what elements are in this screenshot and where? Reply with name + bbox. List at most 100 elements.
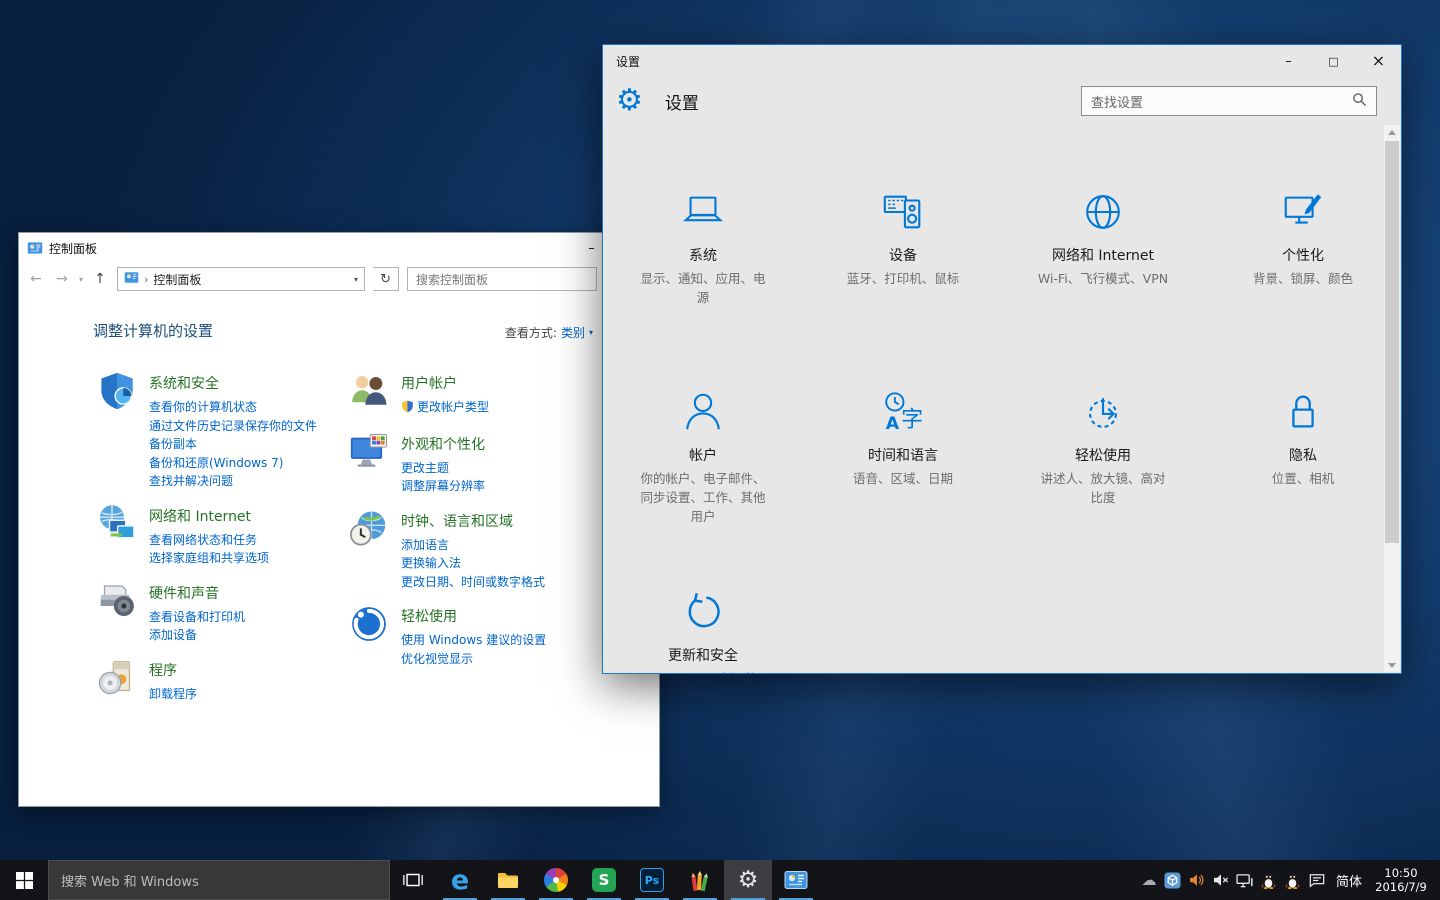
- cp-link[interactable]: 添加语言: [401, 536, 577, 555]
- svg-text:字: 字: [901, 407, 923, 432]
- forward-icon[interactable]: →: [53, 271, 71, 287]
- start-button[interactable]: [0, 860, 48, 900]
- cp-category-title[interactable]: 用户帐户: [401, 373, 577, 393]
- qq-icon[interactable]: [1281, 872, 1305, 889]
- art-app-icon: [688, 868, 712, 892]
- cp-category-title[interactable]: 硬件和声音: [149, 583, 325, 603]
- control-panel-content: 调整计算机的设置 查看方式: 类别 ▾ 系统和安全查看你的计算机状态通过文件历史…: [19, 295, 659, 716]
- control-panel-navbar: ← → ▾ ↑ › 控制面板 ▾ ↻ 搜索控制面板: [19, 263, 659, 295]
- app-box-icon[interactable]: [1161, 872, 1185, 889]
- ime-indicator[interactable]: 简体: [1329, 871, 1369, 890]
- cp-link[interactable]: 添加设备: [149, 626, 325, 645]
- chevron-down-icon[interactable]: ▾: [354, 275, 358, 284]
- cp-category-appearance: 外观和个性化更改主题调整屏幕分辨率: [345, 432, 595, 496]
- cp-link[interactable]: 使用 Windows 建议的设置: [401, 631, 577, 650]
- action-center-icon[interactable]: [1305, 872, 1329, 889]
- cp-category-title[interactable]: 程序: [149, 660, 325, 680]
- cp-link[interactable]: 更改日期、时间或数字格式: [401, 573, 577, 592]
- volume-mute-icon[interactable]: [1209, 872, 1233, 889]
- cp-link[interactable]: 查看你的计算机状态: [149, 398, 325, 417]
- taskbar-app-settings[interactable]: ⚙: [724, 860, 772, 900]
- taskbar-app-edge[interactable]: e: [436, 860, 484, 900]
- programs-category-icon[interactable]: [97, 658, 137, 698]
- cp-link[interactable]: 通过文件历史记录保存你的文件备份副本: [149, 417, 325, 454]
- scroll-up-icon[interactable]: [1384, 125, 1400, 139]
- up-icon[interactable]: ↑: [91, 271, 109, 287]
- hardware-category-icon[interactable]: [97, 581, 137, 621]
- maximize-button[interactable]: □: [1311, 45, 1356, 77]
- cp-link[interactable]: 优化视觉显示: [401, 650, 577, 669]
- cloud-icon[interactable]: ☁: [1137, 872, 1161, 889]
- speaker-icon[interactable]: [1185, 872, 1209, 889]
- scroll-down-icon[interactable]: [1384, 658, 1400, 672]
- chevron-down-icon[interactable]: ▾: [589, 328, 593, 337]
- qq-icon[interactable]: [1257, 872, 1281, 889]
- cp-link[interactable]: 备份和还原(Windows 7): [149, 454, 325, 473]
- tile-title: 系统: [689, 245, 717, 265]
- taskbar-app-ps[interactable]: Ps: [628, 860, 676, 900]
- cp-category-title[interactable]: 系统和安全: [149, 373, 325, 393]
- cp-link[interactable]: 选择家庭组和共享选项: [149, 549, 325, 568]
- settings-tile-privacy[interactable]: 隐私位置、相机: [1203, 373, 1402, 573]
- cp-category-title[interactable]: 轻松使用: [401, 606, 577, 626]
- control-panel-icon: [784, 868, 808, 892]
- cp-link[interactable]: 卸载程序: [149, 685, 325, 704]
- minimize-button[interactable]: –: [1266, 45, 1311, 77]
- control-panel-icon: [27, 240, 43, 256]
- cp-category-title[interactable]: 外观和个性化: [401, 434, 577, 454]
- settings-tile-personalization[interactable]: 个性化背景、锁屏、颜色: [1203, 173, 1402, 373]
- refresh-button[interactable]: ↻: [373, 267, 399, 291]
- ease-category-icon[interactable]: [349, 604, 389, 644]
- address-bar[interactable]: › 控制面板 ▾: [117, 267, 365, 291]
- close-button[interactable]: ×: [1356, 45, 1401, 77]
- cp-link[interactable]: 更换输入法: [401, 554, 577, 573]
- taskbar-app-media[interactable]: [532, 860, 580, 900]
- settings-tile-accounts[interactable]: 帐户你的帐户、电子邮件、同步设置、工作、其他用户: [603, 373, 803, 573]
- settings-tile-ease[interactable]: 轻松使用讲述人、放大镜、高对比度: [1003, 373, 1203, 573]
- settings-tile-system[interactable]: 系统显示、通知、应用、电源: [603, 173, 803, 373]
- search-placeholder: 搜索 Web 和 Windows: [61, 871, 199, 890]
- settings-tile-time[interactable]: A字时间和语言语音、区域、日期: [803, 373, 1003, 573]
- settings-search-input[interactable]: 查找设置: [1081, 86, 1377, 116]
- devices-icon: [880, 189, 926, 235]
- search-icon[interactable]: [1352, 92, 1367, 111]
- settings-titlebar[interactable]: 设置 – □ ×: [603, 45, 1401, 77]
- cp-link[interactable]: 更改帐户类型: [401, 398, 577, 419]
- back-icon[interactable]: ←: [27, 271, 45, 287]
- cp-link[interactable]: 更改主题: [401, 459, 577, 478]
- users-category-icon[interactable]: [349, 371, 389, 411]
- settings-tile-update[interactable]: 更新和安全Windows 更新、恢复、备份: [603, 573, 803, 674]
- settings-tile-devices[interactable]: 设备蓝牙、打印机、鼠标: [803, 173, 1003, 373]
- clock-category-icon[interactable]: [349, 509, 389, 549]
- recent-pages-icon[interactable]: ▾: [79, 275, 83, 284]
- cp-link[interactable]: 调整屏幕分辨率: [401, 477, 577, 496]
- privacy-icon: [1280, 389, 1326, 435]
- cp-category-security: 系统和安全查看你的计算机状态通过文件历史记录保存你的文件备份副本备份和还原(Wi…: [93, 371, 345, 491]
- scrollbar[interactable]: [1384, 125, 1400, 672]
- svg-text:A: A: [886, 414, 900, 434]
- uac-shield-icon: [401, 400, 414, 419]
- control-panel-search-input[interactable]: 搜索控制面板: [407, 267, 597, 291]
- view-by-value[interactable]: 类别: [561, 324, 585, 341]
- breadcrumb[interactable]: 控制面板: [153, 271, 201, 288]
- appearance-category-icon[interactable]: [349, 432, 389, 472]
- network-icon[interactable]: [1233, 872, 1257, 889]
- clock[interactable]: 10:50 2016/7/9: [1369, 866, 1433, 894]
- task-view-button[interactable]: [390, 860, 436, 900]
- network-category-icon[interactable]: [97, 504, 137, 544]
- cp-link[interactable]: 查看设备和打印机: [149, 608, 325, 627]
- cp-category-title[interactable]: 时钟、语言和区域: [401, 511, 577, 531]
- control-panel-titlebar[interactable]: 控制面板 – □: [19, 233, 659, 263]
- security-category-icon[interactable]: [97, 371, 137, 411]
- cp-link[interactable]: 查看网络状态和任务: [149, 531, 325, 550]
- taskbar-app-cpanel[interactable]: [772, 860, 820, 900]
- scrollbar-thumb[interactable]: [1385, 141, 1399, 543]
- taskbar-app-s[interactable]: S: [580, 860, 628, 900]
- cp-link[interactable]: 查找并解决问题: [149, 472, 325, 491]
- taskbar-app-explorer[interactable]: [484, 860, 532, 900]
- personalization-icon: [1280, 189, 1326, 235]
- settings-tile-network[interactable]: 网络和 InternetWi-Fi、飞行模式、VPN: [1003, 173, 1203, 373]
- taskbar-search-input[interactable]: 搜索 Web 和 Windows: [48, 860, 390, 900]
- taskbar-app-pencils[interactable]: [676, 860, 724, 900]
- cp-category-title[interactable]: 网络和 Internet: [149, 506, 325, 526]
